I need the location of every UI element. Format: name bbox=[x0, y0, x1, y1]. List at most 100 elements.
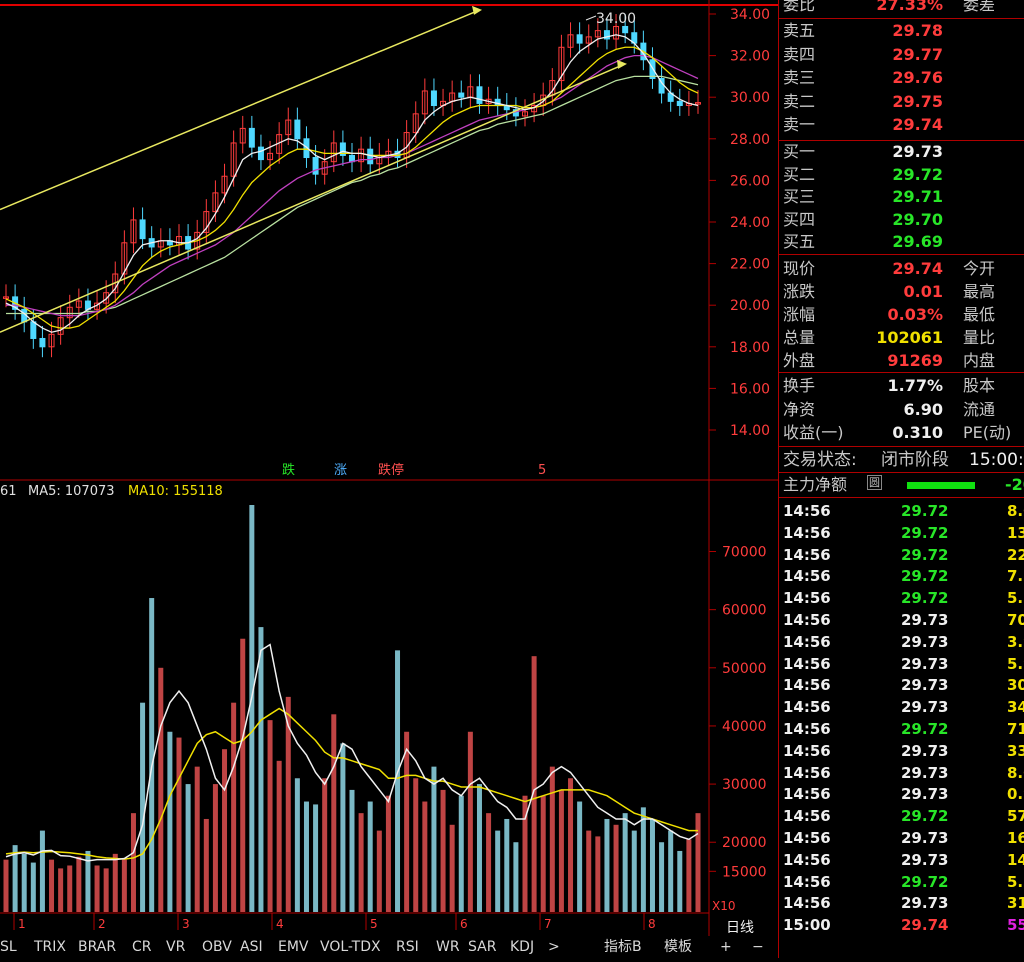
main-flow-label: 主力净额 bbox=[783, 475, 848, 494]
tab-rsi[interactable]: RSI bbox=[396, 936, 419, 958]
tick-volume: 7.7 bbox=[1007, 567, 1024, 586]
quote-row-1: 涨跌 0.01 最高 bbox=[783, 281, 1023, 303]
volume-axis-label: 50000 bbox=[722, 661, 767, 677]
volume-bar bbox=[176, 737, 182, 912]
stats-row-2-label2: PE(动) bbox=[963, 423, 1012, 442]
ask-row-5: 卖五 29.78 bbox=[783, 20, 1023, 42]
tab-kdj[interactable]: KDJ bbox=[510, 936, 534, 958]
volume-axis-label: 40000 bbox=[722, 719, 767, 735]
candle bbox=[312, 157, 319, 175]
volume-bar bbox=[486, 813, 492, 912]
x-axis-label: 2 bbox=[98, 917, 106, 931]
tab-vr[interactable]: VR bbox=[166, 936, 185, 958]
x-axis-label: 1 bbox=[18, 917, 26, 931]
order-ratio-value: 27.33% bbox=[876, 0, 943, 14]
bid-row-5-label: 买五 bbox=[783, 232, 816, 251]
ma-line-white bbox=[5, 34, 699, 333]
tab-wr[interactable]: WR bbox=[436, 936, 460, 958]
tick-row: 14:56 29.73 3.9 bbox=[779, 631, 1024, 653]
price-axis-label: 18.00 bbox=[730, 340, 770, 356]
main-flow-badge[interactable]: 圆 bbox=[867, 475, 882, 490]
volume-axis-label: 15000 bbox=[722, 864, 767, 880]
quote-row-3-value: 102061 bbox=[876, 328, 943, 347]
tab-voltdx[interactable]: VOL-TDX bbox=[320, 936, 381, 958]
tab-brar[interactable]: BRAR bbox=[78, 936, 116, 958]
tab-emv[interactable]: EMV bbox=[278, 936, 309, 958]
bid-row-5-value: 29.69 bbox=[892, 232, 943, 251]
tick-time: 14:56 bbox=[783, 654, 831, 673]
price-axis-label: 30.00 bbox=[730, 90, 770, 106]
tick-time: 14:56 bbox=[783, 785, 831, 804]
ask-row-4-label: 卖四 bbox=[783, 44, 816, 64]
tick-price: 29.73 bbox=[901, 698, 949, 717]
quote-row-3: 总量 102061 量比 bbox=[783, 327, 1023, 349]
volume-bar bbox=[568, 778, 574, 912]
volume-bar bbox=[130, 813, 136, 912]
trade-status-row: 交易状态: 闭市阶段 15:00:0 bbox=[783, 449, 1024, 471]
price-axis-label: 22.00 bbox=[730, 257, 770, 273]
x-axis-label: 3 bbox=[182, 917, 190, 931]
volume-bar bbox=[94, 865, 100, 912]
tick-row: 14:56 29.73 0.9 bbox=[779, 783, 1024, 805]
volume-bar bbox=[376, 830, 382, 912]
tab-sar[interactable]: SAR bbox=[468, 936, 496, 958]
tab-right-1[interactable]: 模板 bbox=[664, 936, 692, 958]
chart-canvas[interactable]: 34.00 32.00 30.00 28.00 26.00 24.00 22.00 20.00… bbox=[0, 0, 778, 958]
volume-bar bbox=[413, 778, 419, 912]
bid-row-1: 买一 29.73 bbox=[783, 141, 1023, 163]
bid-row-3: 买三 29.71 bbox=[783, 186, 1023, 208]
quote-row-4: 外盘 91269 内盘 bbox=[783, 350, 1023, 372]
volume-bar bbox=[313, 804, 319, 912]
tick-volume: 71.0 bbox=[1007, 720, 1024, 738]
tick-price: 29.74 bbox=[901, 916, 949, 935]
volume-bar bbox=[677, 850, 683, 912]
tick-volume: 70.5 bbox=[1007, 611, 1024, 629]
order-ratio-row: 委比 27.33% 委差 bbox=[783, 0, 1023, 16]
quote-row-0-value: 29.74 bbox=[892, 259, 943, 278]
tick-time: 14:56 bbox=[783, 502, 831, 520]
ma-line-green bbox=[6, 75, 699, 315]
stats-row-2-value: 0.310 bbox=[892, 423, 943, 442]
volume-bar bbox=[349, 789, 355, 912]
tick-row: 14:56 29.72 71.0 bbox=[779, 718, 1024, 740]
bid-row-2-label: 买二 bbox=[783, 164, 816, 184]
tick-time: 14:56 bbox=[783, 545, 831, 564]
tick-row: 14:56 29.73 30.6 bbox=[779, 674, 1024, 696]
tab-right-3[interactable]: − bbox=[752, 936, 764, 958]
tab-right-0[interactable]: 指标B bbox=[604, 936, 642, 958]
volume-bar bbox=[49, 859, 55, 912]
volume-bar bbox=[495, 830, 501, 912]
order-diff-label: 委差 bbox=[963, 0, 996, 14]
ask-row-1-value: 29.74 bbox=[892, 115, 943, 134]
volume-bar bbox=[222, 749, 228, 912]
quote-row-4-label2: 内盘 bbox=[963, 351, 996, 370]
tab-sl[interactable]: SL bbox=[0, 936, 17, 958]
price-axis-label: 20.00 bbox=[730, 298, 770, 314]
x-axis-label: 7 bbox=[544, 917, 552, 931]
tick-time: 14:56 bbox=[783, 611, 831, 629]
tab-[interactable]: > bbox=[548, 936, 560, 958]
volume-ma10-label: MA10: 155118 bbox=[128, 484, 223, 499]
stats-row-2-label: 收益(一) bbox=[783, 423, 844, 442]
tab-trix[interactable]: TRIX bbox=[34, 936, 66, 958]
tab-obv[interactable]: OBV bbox=[202, 936, 232, 958]
volume-bar bbox=[30, 862, 36, 912]
volume-bar bbox=[668, 830, 674, 912]
volume-bar bbox=[686, 839, 692, 912]
tab-right-2[interactable]: + bbox=[720, 936, 732, 958]
tick-row: 14:56 29.72 13.7 bbox=[779, 522, 1024, 544]
tick-row: 14:56 29.72 5.6 bbox=[779, 871, 1024, 893]
tick-row: 14:56 29.73 16.9 bbox=[779, 827, 1024, 849]
volume-bar bbox=[140, 702, 146, 912]
volume-bar bbox=[249, 505, 255, 912]
bid-row-3-value: 29.71 bbox=[892, 187, 943, 206]
volume-unit: X10 bbox=[712, 899, 736, 913]
volume-axis-label: 30000 bbox=[722, 777, 767, 793]
x-axis-label: 5 bbox=[370, 917, 378, 931]
tab-cr[interactable]: CR bbox=[132, 936, 152, 958]
bid-row-4-label: 买四 bbox=[783, 209, 816, 229]
bid-row-2: 买二 29.72 bbox=[783, 164, 1023, 186]
tick-price: 29.72 bbox=[901, 807, 949, 826]
tab-asi[interactable]: ASI bbox=[240, 936, 263, 958]
tick-volume: 5.6 bbox=[1007, 872, 1024, 891]
